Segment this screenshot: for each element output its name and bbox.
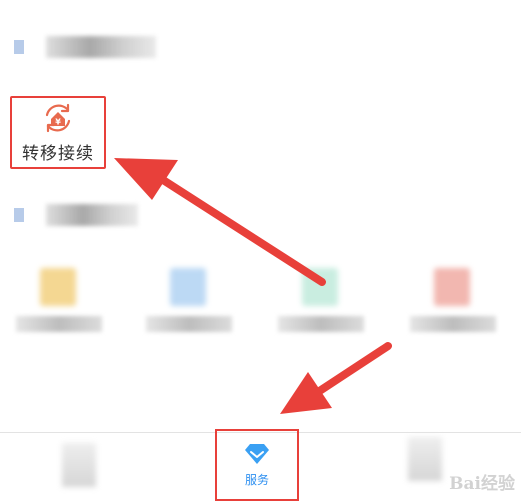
blurred-service-label [278,316,364,332]
blurred-service-label [146,316,232,332]
service-tile-blurred[interactable] [410,268,498,338]
section-marker [14,40,24,54]
blurred-service-label [16,316,102,332]
service-transfer-button[interactable]: ¥ 转移接续 [10,96,106,169]
nav-item-blurred[interactable] [62,443,96,487]
arrow-to-services [280,342,392,414]
section-marker [14,208,24,222]
nav-services-label: 服务 [244,472,269,487]
service-transfer-label: 转移接续 [22,144,94,164]
blurred-service-icon [302,268,338,306]
nav-item-blurred[interactable] [408,437,442,481]
transfer-yen-icon: ¥ [45,103,71,133]
svg-text:¥: ¥ [55,118,61,127]
blurred-service-icon [434,268,470,306]
watermark-text: Bai经验 [449,474,515,494]
annotation-arrows [114,158,392,414]
arrow-to-transfer [114,158,326,286]
blurred-service-label [410,316,496,332]
section-header-blurred [14,200,138,230]
blurred-title [46,204,138,226]
service-tile-blurred[interactable] [16,268,104,338]
nav-item-services[interactable]: 服务 [215,429,299,501]
bottom-navigation: 服务 [0,429,521,503]
blurred-title [46,36,156,58]
blurred-service-icon [40,268,76,306]
service-tile-blurred[interactable] [278,268,366,338]
service-tile-blurred[interactable] [146,268,234,338]
diamond-icon [245,443,269,464]
section-header-blurred [14,32,156,62]
service-page: ¥ 转移接续 服务 Bai经验 [0,0,521,503]
blurred-service-icon [170,268,206,306]
watermark: Bai经验 [449,469,515,494]
